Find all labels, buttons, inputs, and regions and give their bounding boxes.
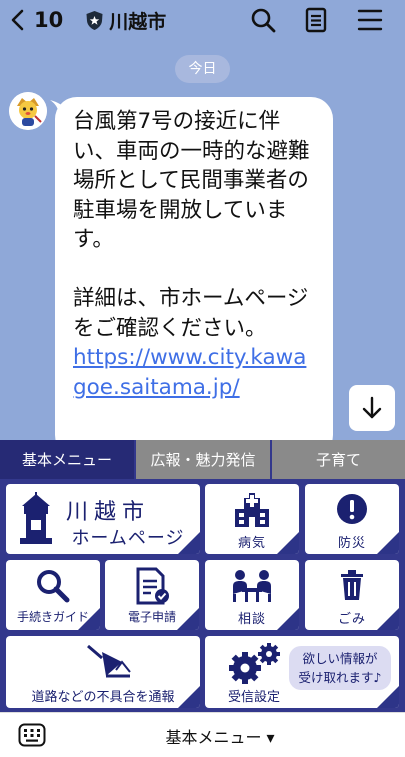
menu-icon[interactable] [356,6,384,34]
scroll-to-bottom-button[interactable] [349,385,395,431]
mascot-icon [9,92,47,130]
tile-receive-settings-label: 受信設定 [227,690,280,705]
tile-procedure-guide[interactable]: 手続きガイド [6,560,100,630]
tile-disaster-prevention[interactable]: 防災 [305,484,399,554]
tile-consultation[interactable]: 相談 [205,560,299,630]
receive-info-bubble: 欲しい情報が 受け取れます♪ [289,646,391,690]
chat-header: 10 川越市 [0,0,405,40]
back-button[interactable]: 10 [10,0,63,40]
receive-bubble-line2: 受け取れます♪ [298,670,382,685]
receive-bubble-line1: 欲しい情報が [302,651,378,666]
avatar[interactable] [9,92,47,130]
keyboard-icon[interactable] [18,723,46,747]
tile-road-report[interactable]: 道路などの不具合を通報 [6,636,200,708]
trash-icon [341,570,363,600]
magnifier-icon [37,570,70,603]
chevron-left-icon [11,9,24,31]
tile-illness[interactable]: 病気 [205,484,299,554]
message-bubble[interactable]: 台風第7号の接近に伴い、車両の一時的な避難場所として民間事業者の駐車場を開放して… [55,97,333,457]
account-name: 川越市 [109,10,167,33]
bottom-bar: 基本メニュー ▾ [0,712,405,757]
search-icon[interactable] [249,6,277,34]
tile-city-homepage[interactable]: 川越市 ホームページ [6,484,200,554]
tile-road-report-label: 道路などの不具合を通報 [31,690,175,705]
message-text: 台風第7号の接近に伴い、車両の一時的な避難場所として民間事業者の駐車場を開放して… [73,109,310,252]
account-title[interactable]: 川越市 [85,7,166,34]
rich-menu: 基本メニュー 広報・魅力発信 子育て 川越市 ホームページ 病気 防災 手続きガ… [0,440,405,712]
rich-menu-tabs: 基本メニュー 広報・魅力発信 子育て [0,440,405,479]
tab-pr[interactable]: 広報・魅力発信 [134,440,270,479]
gear-icon [229,643,280,684]
tile-receive-settings[interactable]: 受信設定 欲しい情報が 受け取れます♪ [205,636,399,708]
hospital-icon [235,493,269,527]
shield-badge-icon [86,10,103,30]
castle-icon [20,492,52,544]
tab-childcare[interactable]: 子育て [270,440,405,479]
notes-icon[interactable] [302,6,330,34]
date-separator: 今日 [175,55,230,83]
road-defect-icon [87,644,131,678]
consultation-icon [233,570,271,602]
alert-icon [337,494,367,524]
unread-count: 10 [34,8,64,32]
tile-garbage[interactable]: ごみ [305,560,399,630]
message-link[interactable]: https://www.city.kawagoe.saitama.jp/ [73,343,319,402]
tile-e-application[interactable]: 電子申請 [105,560,199,630]
tab-basic-menu[interactable]: 基本メニュー [0,440,134,479]
tile-homepage-line1: 川越市 [66,500,151,525]
arrow-down-icon [362,396,382,419]
message-detail: 詳細は、市ホームページをご確認ください。 [73,286,309,341]
rich-menu-toggle[interactable]: 基本メニュー ▾ [150,724,290,748]
document-check-icon [136,567,169,605]
